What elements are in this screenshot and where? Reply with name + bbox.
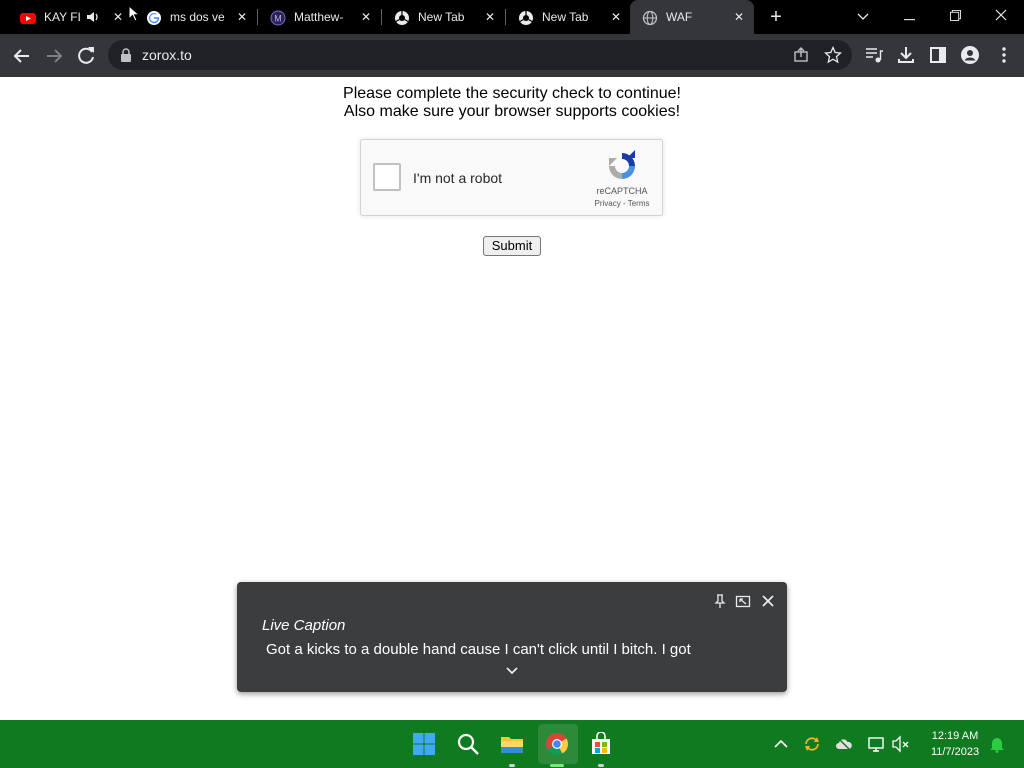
recaptcha-checkbox[interactable] (373, 163, 401, 191)
tab-new-tab-2[interactable]: New Tab ✕ (506, 0, 630, 34)
microsoft-store-icon[interactable] (589, 732, 613, 756)
live-caption-panel: Live Caption Got a kicks to a double han… (237, 582, 787, 692)
speaker-icon[interactable] (86, 11, 100, 23)
search-icon[interactable] (456, 732, 480, 756)
chrome-icon[interactable] (545, 732, 569, 756)
url-text[interactable]: zorox.to (142, 47, 192, 63)
restore-button[interactable] (944, 6, 966, 26)
star-icon[interactable] (824, 46, 842, 64)
mouse-cursor-icon (128, 5, 140, 22)
tab-matthew[interactable]: M Matthew- ✕ (258, 0, 382, 34)
recaptcha-logo-icon (609, 150, 635, 179)
close-icon[interactable] (760, 593, 776, 609)
tab-close-icon[interactable]: ✕ (483, 10, 497, 24)
side-panel-icon[interactable] (928, 45, 948, 65)
onedrive-cloud-icon[interactable] (835, 735, 853, 753)
security-message-line2: Also make sure your browser supports coo… (343, 103, 681, 120)
chrome-icon (395, 11, 409, 25)
app-indicator (598, 764, 604, 767)
profile-avatar-icon[interactable] (960, 45, 980, 65)
tab-search-button[interactable] (852, 6, 874, 26)
tab-youtube[interactable]: KAY FL ✕ (8, 0, 132, 34)
more-menu-icon[interactable] (994, 45, 1014, 65)
tab-waf[interactable]: WAF ✕ (630, 0, 754, 34)
tab-close-icon[interactable]: ✕ (235, 10, 249, 24)
clock-date: 11/7/2023 (930, 746, 980, 758)
link-separator: - (620, 199, 628, 208)
windows-start-icon[interactable] (412, 732, 436, 756)
tab-close-icon[interactable]: ✕ (359, 10, 373, 24)
tab-close-icon[interactable]: ✕ (111, 10, 125, 24)
system-clock[interactable]: 12:19 AM 11/7/2023 (922, 728, 988, 760)
chevron-down-icon[interactable] (504, 665, 520, 677)
tab-title: KAY FL (44, 10, 80, 24)
lock-icon[interactable] (120, 48, 132, 62)
download-icon[interactable] (896, 45, 916, 65)
tab-close-icon[interactable]: ✕ (609, 10, 623, 24)
live-caption-title: Live Caption (262, 617, 346, 634)
tab-title: Matthew- (294, 10, 344, 24)
taskbar: 12:19 AM 11/7/2023 (0, 720, 1024, 768)
submit-button[interactable]: Submit (483, 236, 541, 256)
tab-title: New Tab (418, 10, 465, 24)
app-indicator (509, 764, 515, 767)
tab-title: WAF (666, 10, 693, 24)
chrome-icon (519, 11, 533, 25)
tab-close-icon[interactable]: ✕ (732, 10, 746, 24)
new-tab-button[interactable]: + (766, 7, 786, 27)
close-icon (995, 9, 1007, 21)
svg-text:M: M (274, 14, 282, 24)
privacy-link[interactable]: Privacy (595, 199, 621, 208)
share-icon[interactable] (792, 46, 810, 64)
recaptcha-widget: I'm not a robot reCAPTCHA Privacy - Term… (360, 139, 663, 216)
close-window-button[interactable] (990, 6, 1012, 26)
forward-arrow-icon[interactable] (42, 44, 66, 68)
tab-new-tab-1[interactable]: New Tab ✕ (382, 0, 506, 34)
terms-link[interactable]: Terms (628, 199, 650, 208)
active-app-indicator (550, 764, 564, 767)
recaptcha-links: Privacy - Terms (589, 199, 655, 208)
clock-time: 12:19 AM (931, 730, 979, 742)
recaptcha-label: I'm not a robot (413, 170, 503, 186)
minimize-icon (903, 19, 915, 21)
reload-icon[interactable] (74, 44, 98, 68)
notification-bell-icon[interactable] (988, 735, 1006, 753)
google-icon (147, 11, 161, 25)
tab-title: New Tab (542, 10, 589, 24)
expand-window-icon[interactable] (735, 593, 751, 609)
pin-icon[interactable] (712, 593, 728, 609)
security-message-line1: Please complete the security check to co… (343, 85, 681, 102)
globe-icon (642, 10, 658, 26)
youtube-icon (20, 13, 36, 24)
chevron-up-icon[interactable] (772, 735, 790, 753)
restore-icon (949, 10, 961, 21)
live-caption-text: Got a kicks to a double hand cause I can… (266, 641, 691, 658)
speaker-muted-icon[interactable] (892, 735, 910, 753)
minimize-button[interactable] (898, 6, 920, 26)
tab-google-search[interactable]: ms dos ve ✕ (134, 0, 258, 34)
site-icon: M (270, 10, 286, 26)
media-controls-icon[interactable] (864, 45, 884, 65)
sync-icon[interactable] (803, 735, 821, 753)
browser-toolbar: zorox.to (0, 34, 1024, 77)
network-icon[interactable] (867, 735, 885, 753)
address-bar[interactable]: zorox.to (108, 40, 852, 70)
tab-title: ms dos ve (170, 10, 225, 24)
recaptcha-brand: reCAPTCHA (596, 186, 648, 196)
tab-strip: KAY FL ✕ ms dos ve ✕ M Matthew- ✕ New (0, 0, 1024, 34)
back-arrow-icon[interactable] (10, 44, 34, 68)
chevron-down-icon (857, 13, 869, 20)
file-explorer-icon[interactable] (500, 732, 524, 756)
